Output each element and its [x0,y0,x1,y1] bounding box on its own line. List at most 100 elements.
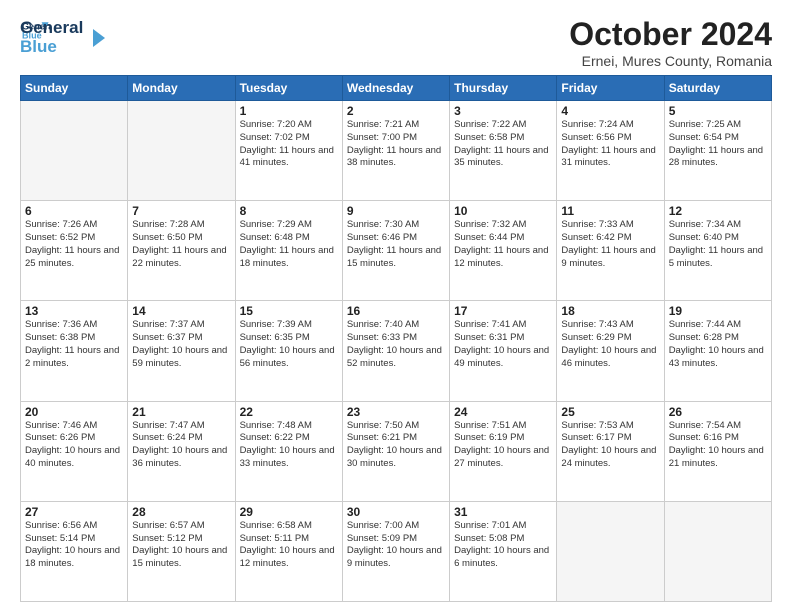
calendar-cell: 27Sunrise: 6:56 AM Sunset: 5:14 PM Dayli… [21,501,128,601]
page: General Blue General Blue October 2024 E… [0,0,792,612]
cell-day-number: 19 [669,304,767,318]
header: General Blue General Blue October 2024 E… [20,16,772,69]
weekday-header-sunday: Sunday [21,76,128,101]
weekday-header-row: SundayMondayTuesdayWednesdayThursdayFrid… [21,76,772,101]
calendar-cell: 3Sunrise: 7:22 AM Sunset: 6:58 PM Daylig… [450,101,557,201]
calendar-cell: 25Sunrise: 7:53 AM Sunset: 6:17 PM Dayli… [557,401,664,501]
month-title: October 2024 [569,16,772,53]
weekday-header-tuesday: Tuesday [235,76,342,101]
calendar-cell: 13Sunrise: 7:36 AM Sunset: 6:38 PM Dayli… [21,301,128,401]
cell-info: Sunrise: 7:34 AM Sunset: 6:40 PM Dayligh… [669,219,767,270]
calendar-cell: 24Sunrise: 7:51 AM Sunset: 6:19 PM Dayli… [450,401,557,501]
logo-blue: Blue [20,38,83,57]
cell-info: Sunrise: 7:32 AM Sunset: 6:44 PM Dayligh… [454,219,552,270]
calendar-cell: 30Sunrise: 7:00 AM Sunset: 5:09 PM Dayli… [342,501,449,601]
calendar-cell: 12Sunrise: 7:34 AM Sunset: 6:40 PM Dayli… [664,201,771,301]
calendar-cell: 14Sunrise: 7:37 AM Sunset: 6:37 PM Dayli… [128,301,235,401]
cell-day-number: 14 [132,304,230,318]
cell-info: Sunrise: 7:43 AM Sunset: 6:29 PM Dayligh… [561,319,659,370]
cell-day-number: 6 [25,204,123,218]
calendar-cell: 20Sunrise: 7:46 AM Sunset: 6:26 PM Dayli… [21,401,128,501]
cell-info: Sunrise: 7:29 AM Sunset: 6:48 PM Dayligh… [240,219,338,270]
cell-day-number: 28 [132,505,230,519]
calendar-week-2: 6Sunrise: 7:26 AM Sunset: 6:52 PM Daylig… [21,201,772,301]
calendar-cell: 2Sunrise: 7:21 AM Sunset: 7:00 PM Daylig… [342,101,449,201]
cell-day-number: 12 [669,204,767,218]
cell-info: Sunrise: 7:26 AM Sunset: 6:52 PM Dayligh… [25,219,123,270]
cell-info: Sunrise: 7:51 AM Sunset: 6:19 PM Dayligh… [454,420,552,471]
calendar-cell [664,501,771,601]
weekday-header-friday: Friday [557,76,664,101]
cell-day-number: 9 [347,204,445,218]
cell-day-number: 16 [347,304,445,318]
cell-info: Sunrise: 7:47 AM Sunset: 6:24 PM Dayligh… [132,420,230,471]
cell-day-number: 10 [454,204,552,218]
calendar-cell: 6Sunrise: 7:26 AM Sunset: 6:52 PM Daylig… [21,201,128,301]
calendar-cell [557,501,664,601]
cell-info: Sunrise: 7:22 AM Sunset: 6:58 PM Dayligh… [454,119,552,170]
cell-info: Sunrise: 7:40 AM Sunset: 6:33 PM Dayligh… [347,319,445,370]
logo-arrow-icon [85,27,107,49]
cell-info: Sunrise: 7:20 AM Sunset: 7:02 PM Dayligh… [240,119,338,170]
cell-day-number: 11 [561,204,659,218]
cell-day-number: 23 [347,405,445,419]
calendar-cell: 16Sunrise: 7:40 AM Sunset: 6:33 PM Dayli… [342,301,449,401]
title-block: October 2024 Ernei, Mures County, Romani… [569,16,772,69]
calendar-cell: 17Sunrise: 7:41 AM Sunset: 6:31 PM Dayli… [450,301,557,401]
cell-day-number: 8 [240,204,338,218]
cell-info: Sunrise: 7:54 AM Sunset: 6:16 PM Dayligh… [669,420,767,471]
cell-day-number: 27 [25,505,123,519]
calendar-cell: 8Sunrise: 7:29 AM Sunset: 6:48 PM Daylig… [235,201,342,301]
cell-info: Sunrise: 7:21 AM Sunset: 7:00 PM Dayligh… [347,119,445,170]
cell-day-number: 3 [454,104,552,118]
calendar-cell: 19Sunrise: 7:44 AM Sunset: 6:28 PM Dayli… [664,301,771,401]
cell-info: Sunrise: 7:53 AM Sunset: 6:17 PM Dayligh… [561,420,659,471]
calendar-table: SundayMondayTuesdayWednesdayThursdayFrid… [20,75,772,602]
calendar-cell: 9Sunrise: 7:30 AM Sunset: 6:46 PM Daylig… [342,201,449,301]
cell-day-number: 4 [561,104,659,118]
cell-day-number: 5 [669,104,767,118]
calendar-cell: 28Sunrise: 6:57 AM Sunset: 5:12 PM Dayli… [128,501,235,601]
cell-info: Sunrise: 6:57 AM Sunset: 5:12 PM Dayligh… [132,520,230,571]
calendar-cell: 11Sunrise: 7:33 AM Sunset: 6:42 PM Dayli… [557,201,664,301]
calendar-cell: 7Sunrise: 7:28 AM Sunset: 6:50 PM Daylig… [128,201,235,301]
calendar-week-1: 1Sunrise: 7:20 AM Sunset: 7:02 PM Daylig… [21,101,772,201]
calendar-cell: 22Sunrise: 7:48 AM Sunset: 6:22 PM Dayli… [235,401,342,501]
cell-info: Sunrise: 7:00 AM Sunset: 5:09 PM Dayligh… [347,520,445,571]
weekday-header-wednesday: Wednesday [342,76,449,101]
cell-day-number: 17 [454,304,552,318]
logo-general: General [20,19,83,38]
cell-info: Sunrise: 7:28 AM Sunset: 6:50 PM Dayligh… [132,219,230,270]
cell-info: Sunrise: 7:48 AM Sunset: 6:22 PM Dayligh… [240,420,338,471]
cell-day-number: 30 [347,505,445,519]
calendar-cell: 15Sunrise: 7:39 AM Sunset: 6:35 PM Dayli… [235,301,342,401]
weekday-header-monday: Monday [128,76,235,101]
calendar-week-3: 13Sunrise: 7:36 AM Sunset: 6:38 PM Dayli… [21,301,772,401]
cell-day-number: 21 [132,405,230,419]
cell-info: Sunrise: 7:01 AM Sunset: 5:08 PM Dayligh… [454,520,552,571]
cell-day-number: 15 [240,304,338,318]
cell-day-number: 18 [561,304,659,318]
cell-day-number: 1 [240,104,338,118]
cell-info: Sunrise: 7:39 AM Sunset: 6:35 PM Dayligh… [240,319,338,370]
cell-info: Sunrise: 7:30 AM Sunset: 6:46 PM Dayligh… [347,219,445,270]
calendar-cell [21,101,128,201]
cell-day-number: 31 [454,505,552,519]
cell-day-number: 22 [240,405,338,419]
calendar-cell [128,101,235,201]
calendar-cell: 21Sunrise: 7:47 AM Sunset: 6:24 PM Dayli… [128,401,235,501]
cell-info: Sunrise: 7:46 AM Sunset: 6:26 PM Dayligh… [25,420,123,471]
cell-info: Sunrise: 7:37 AM Sunset: 6:37 PM Dayligh… [132,319,230,370]
cell-day-number: 13 [25,304,123,318]
calendar-body: 1Sunrise: 7:20 AM Sunset: 7:02 PM Daylig… [21,101,772,602]
cell-day-number: 7 [132,204,230,218]
cell-info: Sunrise: 7:41 AM Sunset: 6:31 PM Dayligh… [454,319,552,370]
cell-info: Sunrise: 6:58 AM Sunset: 5:11 PM Dayligh… [240,520,338,571]
calendar-cell: 29Sunrise: 6:58 AM Sunset: 5:11 PM Dayli… [235,501,342,601]
calendar-week-5: 27Sunrise: 6:56 AM Sunset: 5:14 PM Dayli… [21,501,772,601]
cell-day-number: 24 [454,405,552,419]
calendar-cell: 1Sunrise: 7:20 AM Sunset: 7:02 PM Daylig… [235,101,342,201]
calendar-cell: 23Sunrise: 7:50 AM Sunset: 6:21 PM Dayli… [342,401,449,501]
calendar-cell: 31Sunrise: 7:01 AM Sunset: 5:08 PM Dayli… [450,501,557,601]
calendar-cell: 26Sunrise: 7:54 AM Sunset: 6:16 PM Dayli… [664,401,771,501]
